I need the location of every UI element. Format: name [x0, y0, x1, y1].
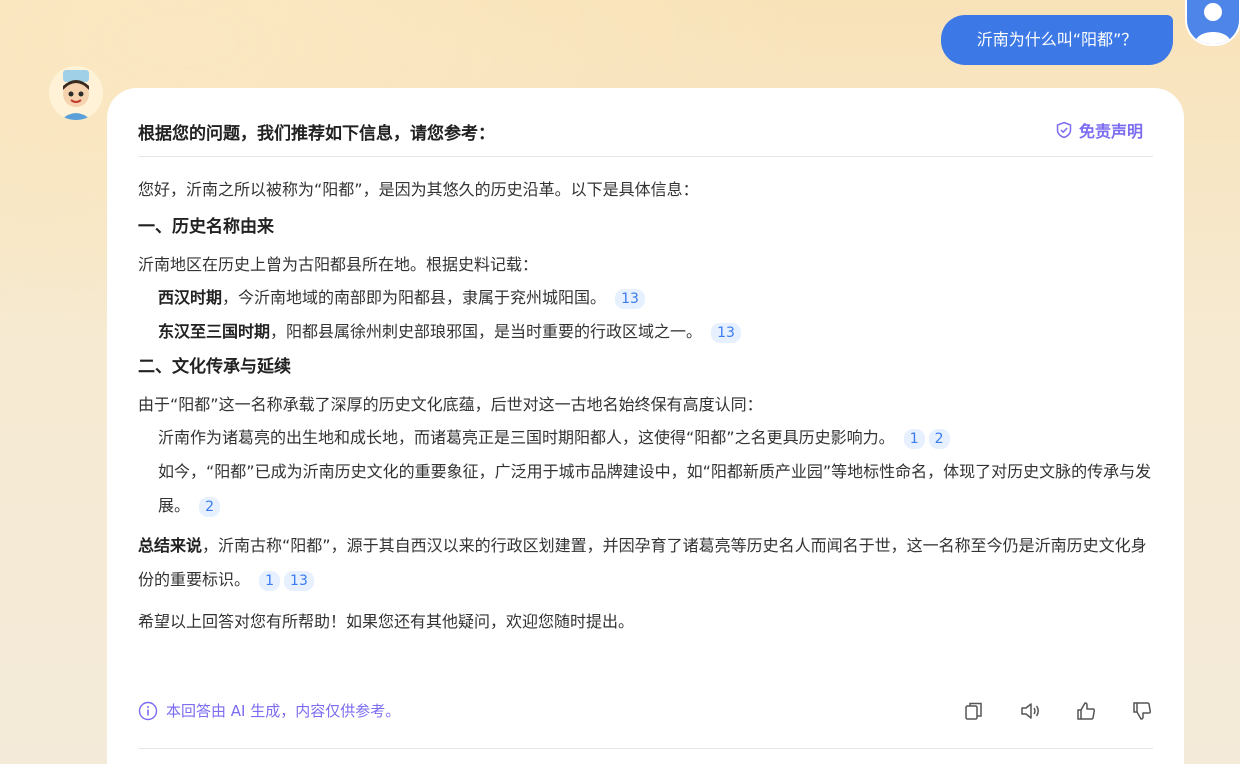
item-text: 沂南作为诸葛亮的出生地和成长地，而诸葛亮正是三国时期阳都人，这使得“阳都”之名更…: [158, 428, 895, 447]
disclaimer-link[interactable]: 免责声明: [1055, 118, 1143, 142]
citation-badge[interactable]: 2: [928, 429, 950, 449]
list-item: 如今，“阳都”已成为沂南历史文化的重要象征，广泛用于城市品牌建设中，如“阳都新质…: [138, 455, 1153, 523]
shield-check-icon: [1056, 121, 1072, 139]
closing-text: 希望以上回答对您有所帮助！如果您还有其他疑问，欢迎您随时提出。: [138, 612, 635, 631]
copy-icon[interactable]: [963, 700, 985, 722]
list-item: 东汉至三国时期，阳都县属徐州刺史部琅邪国，是当时重要的行政区域之一。 13: [138, 315, 1153, 349]
answer-footer: 本回答由 AI 生成，内容仅供参考。: [138, 700, 1153, 749]
item-bold: 西汉时期: [158, 288, 223, 307]
ai-note-label: 本回答由 AI 生成，内容仅供参考。: [166, 702, 401, 720]
answer-actions: [963, 700, 1153, 722]
citation-badge[interactable]: 1: [259, 571, 281, 591]
list-item: 沂南作为诸葛亮的出生地和成长地，而诸葛亮正是三国时期阳都人，这使得“阳都”之名更…: [138, 421, 1153, 455]
thumbs-down-icon[interactable]: [1131, 700, 1153, 722]
info-icon: [138, 701, 158, 720]
answer-content: 您好，沂南之所以被称为“阳都”，是因为其悠久的历史沿革。以下是具体信息： 一、历…: [138, 178, 1153, 647]
assistant-avatar: [49, 66, 103, 120]
item-bold: 东汉至三国时期: [158, 322, 271, 341]
answer-header-title: 根据您的问题，我们推荐如下信息，请您参考：: [138, 124, 495, 144]
ai-generated-note: 本回答由 AI 生成，内容仅供参考。: [138, 700, 400, 721]
disclaimer-label: 免责声明: [1078, 122, 1143, 141]
thumbs-up-icon[interactable]: [1075, 700, 1097, 722]
user-question-bubble: 沂南为什么叫“阳都”？: [941, 15, 1173, 65]
summary-text: 总结来说，沂南古称“阳都”，源于其自西汉以来的行政区划建置，并因孕育了诸葛亮等历…: [138, 529, 1153, 597]
section-heading: 一、历史名称由来: [138, 217, 274, 237]
answer-card: 根据您的问题，我们推荐如下信息，请您参考： 免责声明 您好，沂南之所以被称为“阳…: [107, 88, 1184, 764]
user-avatar-icon: [1195, 3, 1231, 44]
user-avatar[interactable]: [1185, 0, 1240, 46]
citation-badge[interactable]: 13: [284, 571, 314, 591]
summary-bold: 总结来说: [138, 536, 203, 555]
section-lead: 沂南地区在历史上曾为古阳都县所在地。根据史料记载：: [138, 255, 539, 274]
answer-header: 根据您的问题，我们推荐如下信息，请您参考： 免责声明: [138, 112, 1153, 157]
section-lead: 由于“阳都”这一名称承载了深厚的历史文化底蕴，后世对这一古地名始终保有高度认同：: [138, 395, 763, 414]
citation-badge[interactable]: 13: [615, 289, 645, 309]
intro-text: 您好，沂南之所以被称为“阳都”，是因为其悠久的历史沿革。以下是具体信息：: [138, 180, 699, 199]
list-item: 西汉时期，今沂南地域的南部即为阳都县，隶属于兖州城阳国。 13: [138, 281, 1153, 315]
citation-badge[interactable]: 13: [711, 323, 741, 343]
speaker-icon[interactable]: [1019, 700, 1041, 722]
assistant-mascot-icon: [61, 70, 91, 120]
section-heading: 二、文化传承与延续: [138, 357, 291, 377]
item-text: ，阳都县属徐州刺史部琅邪国，是当时重要的行政区域之一。: [270, 322, 703, 341]
item-text: ，今沂南地域的南部即为阳都县，隶属于兖州城阳国。: [222, 288, 607, 307]
citation-badge[interactable]: 1: [903, 429, 925, 449]
citation-badge[interactable]: 2: [199, 497, 221, 517]
item-text: 如今，“阳都”已成为沂南历史文化的重要象征，广泛用于城市品牌建设中，如“阳都新质…: [158, 462, 1152, 515]
